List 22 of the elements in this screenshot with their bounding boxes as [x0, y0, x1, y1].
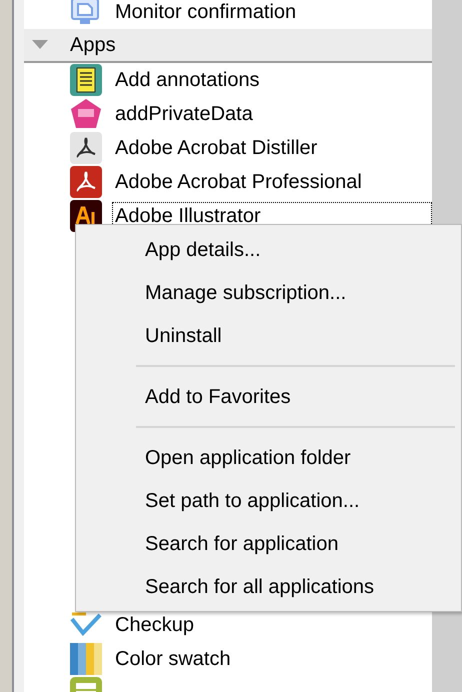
pentagon-icon: [70, 98, 102, 130]
app-list-item[interactable]: addPrivateData: [112, 100, 432, 128]
swatch-icon: [70, 643, 102, 675]
app-list-item[interactable]: Add annotations: [112, 66, 432, 94]
menu-item[interactable]: Add to Favorites: [76, 375, 461, 418]
menu-item[interactable]: App details...: [76, 228, 461, 271]
collapse-arrow-icon[interactable]: [32, 40, 48, 50]
app-list-item[interactable]: Adobe Acrobat Distiller: [112, 134, 432, 162]
pdf-icon: [70, 132, 102, 164]
menu-item[interactable]: Set path to application...: [76, 479, 461, 522]
app-list-item[interactable]: Color swatch: [112, 645, 432, 673]
menu-item[interactable]: Uninstall: [76, 314, 461, 357]
menu-item[interactable]: Search for application: [76, 522, 461, 565]
group-header[interactable]: Apps: [70, 30, 116, 60]
app-list-item[interactable]: Monitor confirmation: [112, 0, 432, 26]
app-list-item[interactable]: Adobe Acrobat Professional: [112, 168, 432, 196]
app-list-item[interactable]: Checkup: [112, 611, 432, 639]
notepad-icon: [70, 64, 102, 96]
menu-item[interactable]: Open application folder: [76, 436, 461, 479]
pdf-icon: [70, 166, 102, 198]
menu-item[interactable]: Manage subscription...: [76, 271, 461, 314]
menu-item[interactable]: Search for all applications: [76, 565, 461, 608]
